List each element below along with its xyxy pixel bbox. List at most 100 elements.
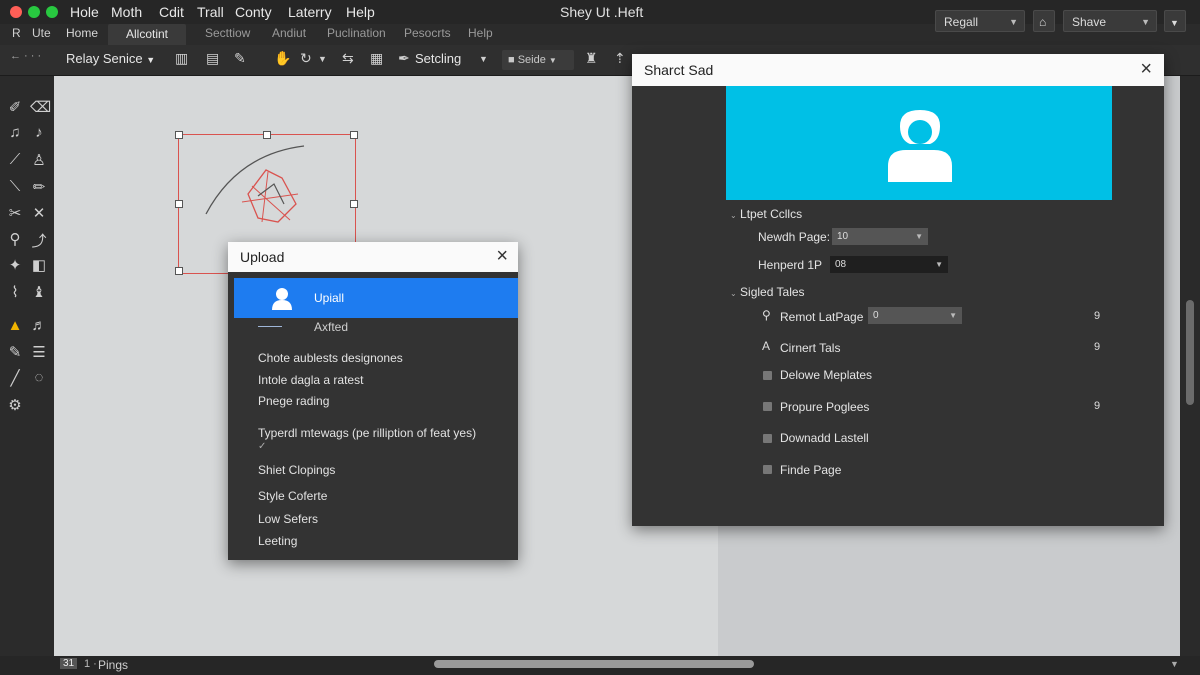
- flip-icon[interactable]: ⇆: [342, 50, 354, 67]
- curve-tool-icon[interactable]: ⤴: [30, 230, 48, 251]
- dropper-tool-icon[interactable]: ⚲: [6, 230, 24, 248]
- cross-tool-icon[interactable]: ✕: [30, 204, 48, 222]
- setting-label: Setcling: [415, 51, 462, 66]
- menu-help[interactable]: Help: [346, 4, 375, 20]
- tab-help[interactable]: Help: [468, 26, 493, 40]
- chevron-down-icon: ▼: [949, 311, 957, 320]
- minimize-window-button[interactable]: [28, 6, 40, 18]
- upload-arrow-icon[interactable]: ⇡: [614, 50, 626, 67]
- list-item[interactable]: Shiet Clopings: [258, 463, 335, 477]
- list-item[interactable]: Intole dagla a ratest: [258, 373, 363, 387]
- newdh-page-select[interactable]: 10 ▼: [832, 228, 928, 245]
- pen-tool-icon[interactable]: ✐: [6, 98, 24, 116]
- more-button[interactable]: ▼: [1164, 10, 1186, 32]
- arrows-icon[interactable]: ← · · ·: [10, 50, 41, 62]
- tab-ute[interactable]: Ute: [32, 26, 51, 40]
- magic-tool-icon[interactable]: ✦: [6, 256, 24, 274]
- close-icon[interactable]: ×: [1140, 58, 1152, 81]
- status-label: Pings: [98, 658, 129, 672]
- chevron-down-icon: ▼: [935, 260, 943, 269]
- bell-tool-icon[interactable]: ♙: [30, 151, 48, 169]
- home-button[interactable]: ⌂: [1033, 10, 1055, 32]
- warning-tool-icon[interactable]: ▲: [6, 317, 24, 334]
- menu-cdit[interactable]: Cdit: [159, 4, 184, 20]
- horizontal-scrollbar-thumb[interactable]: [434, 660, 754, 668]
- document-title: Shey Ut .Heft: [560, 4, 644, 20]
- menu-moth[interactable]: Moth: [111, 4, 142, 20]
- tab-r[interactable]: R: [12, 26, 21, 40]
- section-toggle[interactable]: ⌄ Ltpet Ccllcs: [730, 207, 802, 221]
- list-item[interactable]: Chote aublests designones: [258, 351, 403, 365]
- tab-puclination[interactable]: Puclination: [327, 26, 386, 40]
- hand-icon[interactable]: ✋: [274, 50, 291, 67]
- share-dropdown[interactable]: Shave ▼: [1063, 10, 1157, 32]
- tab-pesocrts[interactable]: Pesocrts: [404, 26, 451, 40]
- brush-tool-icon[interactable]: ⟍: [6, 178, 24, 195]
- regall-dropdown[interactable]: Regall ▼: [935, 10, 1025, 32]
- henperd-select[interactable]: 08 ▼: [830, 256, 948, 273]
- stamp-tool-icon[interactable]: ♝: [30, 283, 48, 301]
- pen-icon[interactable]: ✒: [398, 50, 410, 67]
- note-alt-tool-icon[interactable]: ♪: [30, 124, 48, 141]
- checkbox[interactable]: [763, 465, 772, 474]
- relay-service-dropdown[interactable]: Relay Senice ▼: [66, 51, 155, 66]
- share-dialog: Sharct Sad × ⌄ Ltpet Ccllcs Newdh Page: …: [632, 54, 1164, 526]
- remot-page-select[interactable]: 0 ▼: [868, 307, 962, 324]
- page-box[interactable]: 31: [60, 658, 78, 669]
- document-icon[interactable]: ▤: [206, 50, 219, 67]
- note-tool-icon[interactable]: ♫: [6, 124, 24, 141]
- list-item[interactable]: Low Sefers: [258, 512, 318, 526]
- scissors-tool-icon[interactable]: ✂: [6, 204, 24, 222]
- zoom-window-button[interactable]: [46, 6, 58, 18]
- chevron-down-icon[interactable]: ▼: [318, 54, 327, 64]
- menu-conty[interactable]: Conty: [235, 4, 272, 20]
- stamp-icon[interactable]: ♜: [585, 50, 598, 67]
- eraser-tool-icon[interactable]: ⌫: [30, 98, 51, 116]
- profile-banner: [726, 86, 1112, 200]
- brush-icon[interactable]: ✎: [234, 50, 246, 67]
- shape-tool-icon[interactable]: ◌: [30, 369, 48, 386]
- list-item[interactable]: Style Coferte: [258, 489, 327, 503]
- upload-option-2[interactable]: Axfted: [314, 320, 348, 334]
- building-icon[interactable]: ▥: [175, 50, 188, 67]
- menu-trall[interactable]: Trall: [197, 4, 224, 20]
- menu-laterry[interactable]: Laterry: [288, 4, 332, 20]
- checkbox[interactable]: [763, 434, 772, 443]
- list-item[interactable]: Pnege rading: [258, 394, 329, 408]
- line-tool-icon[interactable]: ╱: [6, 369, 24, 387]
- chevron-down-icon: ▼: [146, 55, 156, 65]
- tab-allcotint[interactable]: Allcotint: [108, 24, 187, 45]
- upload-option-selected[interactable]: Upiall: [234, 278, 518, 318]
- lasso-tool-icon[interactable]: ⌇: [6, 283, 24, 301]
- user-icon: [272, 288, 292, 310]
- tab-secttiow[interactable]: Secttiow: [205, 26, 250, 40]
- text-a-icon: A: [762, 339, 771, 353]
- select-box[interactable]: ■ Seide ▼: [502, 50, 574, 70]
- section-toggle[interactable]: ⌄ Sigled Tales: [730, 285, 805, 299]
- marker-tool-icon[interactable]: ✎: [6, 343, 24, 361]
- list-item[interactable]: Leeting: [258, 534, 297, 548]
- vertical-scrollbar-thumb[interactable]: [1186, 300, 1194, 405]
- tab-andiut[interactable]: Andiut: [272, 26, 306, 40]
- menu-hole[interactable]: Hole: [70, 4, 99, 20]
- field-label: Henperd 1P: [758, 258, 823, 272]
- menu-bar: Hole Moth Cdit Trall Conty Laterry Help …: [0, 0, 1200, 32]
- knife-tool-icon[interactable]: ⟋: [6, 151, 24, 168]
- tab-home[interactable]: Home: [66, 26, 98, 40]
- text-tool-icon[interactable]: ☰: [30, 343, 48, 361]
- checkbox[interactable]: [763, 402, 772, 411]
- share-dropdown-label: Shave: [1072, 15, 1107, 29]
- close-icon[interactable]: ×: [496, 245, 508, 268]
- list-item[interactable]: Typerdl mtewags (pe rilliption of feat y…: [258, 426, 476, 440]
- music-tool-icon[interactable]: ♬: [30, 317, 48, 334]
- chevron-down-icon[interactable]: ▼: [1170, 659, 1179, 669]
- close-window-button[interactable]: [10, 6, 22, 18]
- chevron-down-icon[interactable]: ▼: [479, 54, 488, 64]
- fill-tool-icon[interactable]: ◧: [30, 256, 48, 274]
- rotate-icon[interactable]: ↻: [300, 50, 312, 67]
- pencil-tool-icon[interactable]: ✏: [30, 178, 48, 196]
- grid-icon[interactable]: ▦: [370, 50, 383, 67]
- checkbox[interactable]: [763, 371, 772, 380]
- settings-tool-icon[interactable]: ⚙: [6, 396, 24, 414]
- setting-dropdown[interactable]: Setcling: [415, 51, 461, 66]
